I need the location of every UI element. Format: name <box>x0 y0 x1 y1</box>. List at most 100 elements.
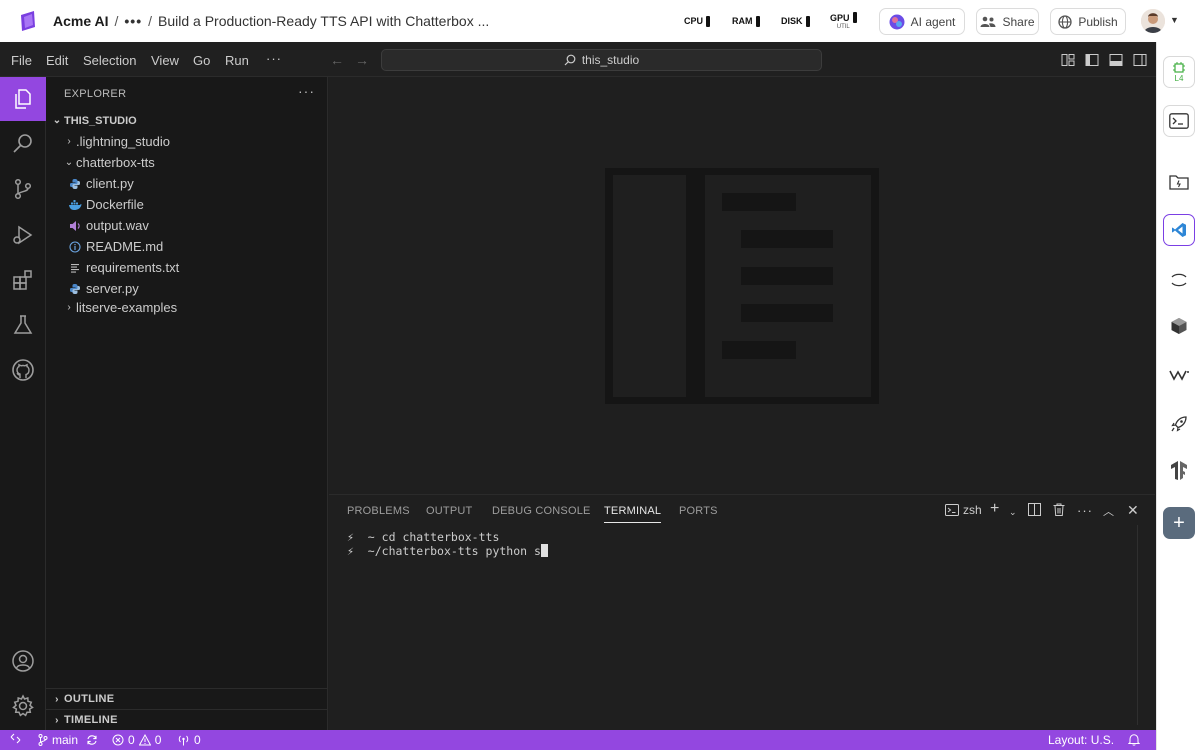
model-app-button[interactable] <box>1163 310 1195 342</box>
activity-explorer[interactable] <box>0 77 46 121</box>
activity-search[interactable] <box>0 122 46 166</box>
activity-github[interactable] <box>0 348 46 392</box>
activity-source-control[interactable] <box>0 167 46 211</box>
tree-item-label: output.wav <box>86 218 149 233</box>
deploy-app-button[interactable] <box>1163 408 1195 440</box>
wandb-app-button[interactable] <box>1163 359 1195 391</box>
ram-metric[interactable]: RAM <box>732 0 760 42</box>
activity-manage[interactable] <box>0 684 46 728</box>
tree-item-label: chatterbox-tts <box>76 155 155 170</box>
sync-icon[interactable] <box>86 734 98 746</box>
jupyter-app-button[interactable] <box>1163 264 1195 296</box>
workspace-root[interactable]: ⌄ THIS_STUDIO <box>46 110 328 131</box>
maximize-panel-chevron-up-icon[interactable]: ︿ <box>1103 503 1114 519</box>
publish-button[interactable]: Publish <box>1050 8 1126 35</box>
menu-view[interactable]: View <box>151 53 179 68</box>
menu-selection[interactable]: Selection <box>83 53 136 68</box>
text-file-icon <box>68 261 82 275</box>
toggle-primary-sidebar-icon[interactable] <box>1085 53 1099 67</box>
toggle-panel-icon[interactable] <box>1109 53 1123 67</box>
breadcrumb-more-button[interactable]: ••• <box>124 13 142 29</box>
activity-testing[interactable] <box>0 303 46 347</box>
terminal-line[interactable]: ⚡ ~/chatterbox-tts python s <box>347 544 548 558</box>
python-file-icon <box>68 282 82 296</box>
notifications-bell-icon[interactable] <box>1128 733 1140 746</box>
gpu-machine-button[interactable]: L4 <box>1163 56 1195 88</box>
account-menu-chevron-icon[interactable]: ▼ <box>1170 15 1179 25</box>
share-button[interactable]: Share <box>976 8 1039 35</box>
prompt-path: ~/chatterbox-tts <box>367 544 479 558</box>
github-icon <box>11 358 35 382</box>
files-app-button[interactable] <box>1163 166 1195 198</box>
warning-icon <box>138 734 151 746</box>
split-terminal-icon[interactable] <box>1028 503 1041 516</box>
user-avatar[interactable] <box>1141 9 1165 33</box>
cube-icon <box>1170 317 1188 335</box>
terminal-scrollbar[interactable] <box>1137 525 1138 725</box>
close-icon[interactable]: ✕ <box>1127 502 1139 519</box>
tree-file[interactable]: client.py <box>46 173 328 194</box>
activity-run-debug[interactable] <box>0 213 46 257</box>
tab-ports[interactable]: PORTS <box>679 505 718 517</box>
menu-run[interactable]: Run <box>225 53 249 68</box>
trash-icon[interactable] <box>1053 503 1065 516</box>
disk-usage-bar <box>805 15 810 27</box>
tab-terminal[interactable]: TERMINAL <box>604 505 662 523</box>
add-app-button[interactable]: + <box>1163 507 1195 539</box>
toggle-secondary-sidebar-icon[interactable] <box>1133 53 1147 67</box>
problems-indicator[interactable]: 0 0 <box>112 733 161 747</box>
arrow-left-icon[interactable]: ← <box>330 52 344 68</box>
arrow-right-icon[interactable]: → <box>355 52 369 68</box>
terminal-app-button[interactable] <box>1163 105 1195 137</box>
git-branch-indicator[interactable]: main <box>38 733 98 747</box>
editor-area[interactable] <box>329 77 1155 494</box>
activity-extensions[interactable] <box>0 258 46 302</box>
vscode-app-button[interactable] <box>1163 214 1195 246</box>
outline-section-header[interactable]: › OUTLINE <box>46 688 328 709</box>
menu-file[interactable]: File <box>11 53 32 68</box>
activity-accounts[interactable] <box>0 639 46 683</box>
tree-file[interactable]: requirements.txt <box>46 257 328 278</box>
tree-folder[interactable]: › litserve-examples <box>46 297 328 318</box>
tab-debug-console[interactable]: DEBUG CONSOLE <box>492 505 591 517</box>
ram-label: RAM <box>732 16 753 26</box>
cpu-metric[interactable]: CPU <box>684 0 711 42</box>
tree-file[interactable]: server.py <box>46 278 328 299</box>
timeline-section-header[interactable]: › TIMELINE <box>46 709 328 730</box>
terminal-shell-selector[interactable]: zsh <box>945 503 982 517</box>
terminal-dropdown-chevron-icon[interactable]: ⌄ <box>1009 507 1017 518</box>
tab-problems[interactable]: PROBLEMS <box>347 505 410 517</box>
gpu-metric[interactable]: GPU UTIL <box>830 0 857 42</box>
share-label: Share <box>1002 14 1035 29</box>
tree-file[interactable]: README.md <box>46 236 328 257</box>
remote-indicator-icon[interactable] <box>10 733 21 744</box>
tab-output[interactable]: OUTPUT <box>426 505 472 517</box>
menu-go[interactable]: Go <box>193 53 210 68</box>
keyboard-layout-indicator[interactable]: Layout: U.S. <box>1048 733 1114 747</box>
org-name[interactable]: Acme AI <box>53 13 109 29</box>
tree-item-label: README.md <box>86 239 164 254</box>
ai-agent-button[interactable]: AI agent <box>879 8 965 35</box>
breadcrumb-separator: / <box>148 13 153 29</box>
new-terminal-plus-icon[interactable]: + <box>990 500 999 518</box>
explorer-more-button[interactable]: ··· <box>298 83 315 99</box>
ports-count: 0 <box>194 733 201 747</box>
ports-indicator[interactable]: 0 <box>177 733 201 747</box>
disk-metric[interactable]: DISK <box>781 0 810 42</box>
customize-layout-icon[interactable] <box>1061 53 1075 67</box>
app-logo-icon[interactable] <box>16 9 40 33</box>
gpu-sublabel: UTIL <box>836 24 850 30</box>
panel-more-button[interactable]: ··· <box>1077 503 1093 518</box>
menu-more-button[interactable]: ··· <box>266 51 282 66</box>
search-icon <box>11 132 35 156</box>
menu-edit[interactable]: Edit <box>46 53 68 68</box>
tensorflow-app-button[interactable] <box>1163 454 1195 486</box>
studio-title[interactable]: Build a Production-Ready TTS API with Ch… <box>158 13 489 29</box>
tree-file[interactable]: output.wav <box>46 215 328 236</box>
tree-file[interactable]: Dockerfile <box>46 194 328 215</box>
tree-folder[interactable]: › .lightning_studio <box>46 131 328 152</box>
command-center-search[interactable]: this_studio <box>381 49 822 71</box>
tree-folder[interactable]: ⌄ chatterbox-tts <box>46 152 328 173</box>
search-icon <box>564 54 576 66</box>
timeline-label: TIMELINE <box>64 714 118 726</box>
